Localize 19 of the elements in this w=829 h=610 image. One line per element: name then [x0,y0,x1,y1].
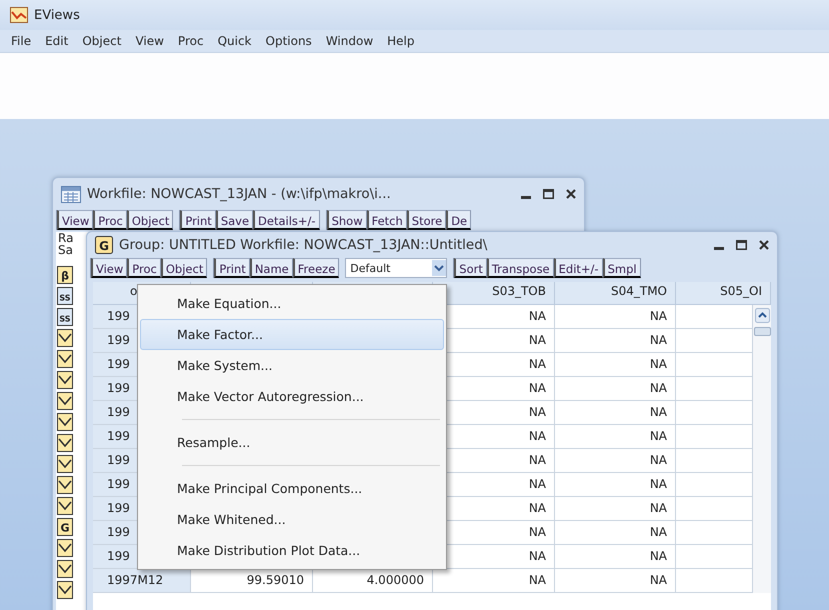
window-title: Workfile: NOWCAST_13JAN - (w:\ifp\makro\i... [87,186,391,202]
table-cell: NA [555,425,676,449]
sample-label: Sa [57,244,73,256]
group-icon: G [95,236,113,254]
table-cell: NA [555,401,676,425]
table-cell: NA [555,569,676,593]
table-cell: NA [555,473,676,497]
table-cell: NA [555,377,676,401]
window-title: Group: UNTITLED Workfile: NOWCAST_13JAN::Untitled\ [119,237,488,253]
table-cell: NA [555,329,676,353]
table-cell: NA [555,449,676,473]
sample-label: Ra [57,232,74,244]
table-cell: NA [555,497,676,521]
table-cell: NA [555,353,676,377]
table-cell: NA [555,521,676,545]
row-label: 1997M12 [93,569,191,593]
app-title: EViews [34,8,80,22]
table-cell: NA [555,305,676,329]
table-cell: NA [555,545,676,569]
